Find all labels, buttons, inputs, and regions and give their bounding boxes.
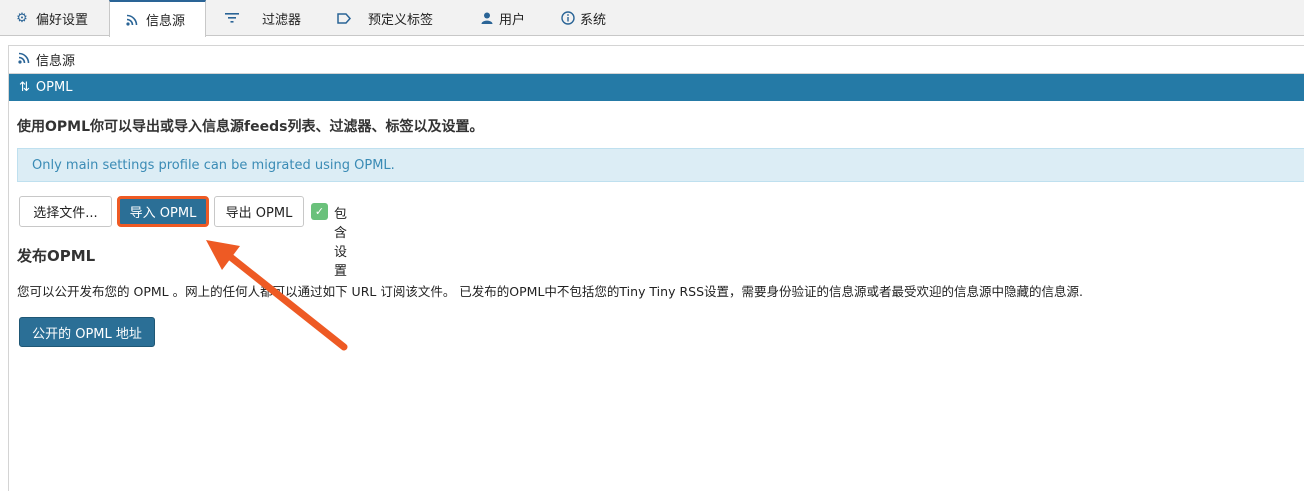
rss-icon: [18, 52, 30, 67]
user-icon: [479, 10, 495, 26]
import-opml-button[interactable]: 导入 OPML: [117, 196, 209, 227]
tab-label: 用户: [499, 12, 526, 28]
filter-icon: [224, 10, 240, 26]
tab-label: 系统: [580, 12, 607, 28]
info-icon: [560, 10, 576, 26]
gear-icon: ⚙: [16, 10, 28, 26]
include-settings-checkbox[interactable]: ✓: [311, 203, 328, 220]
publish-opml-description: 您可以公开发布您的 OPML 。网上的任何人都可以通过如下 URL 订阅该文件。…: [17, 284, 1083, 299]
panel-title: 信息源: [36, 54, 76, 69]
publish-opml-title: 发布OPML: [17, 247, 96, 265]
info-notice: Only main settings profile can be migrat…: [17, 148, 1304, 182]
tab-label: 偏好设置: [36, 12, 89, 28]
tab-bar: ⚙ 偏好设置 信息源 过滤器 预定义标签 用户 系统: [0, 0, 1304, 37]
opml-intro-text: 使用OPML你可以导出或导入信息源feeds列表、过滤器、标签以及设置。: [17, 119, 484, 135]
tab-label: 信息源: [146, 14, 186, 29]
tab-feeds[interactable]: 信息源: [109, 0, 206, 37]
public-opml-url-button[interactable]: 公开的 OPML 地址: [19, 317, 155, 347]
tab-label: 预定义标签: [368, 12, 434, 28]
tab-system[interactable]: 系统: [546, 0, 606, 36]
opml-section-header[interactable]: ⇅ OPML: [9, 74, 1304, 101]
feeds-panel: 信息源 ⇅ OPML 使用OPML你可以导出或导入信息源feeds列表、过滤器、…: [8, 45, 1304, 491]
tab-users[interactable]: 用户: [465, 0, 525, 36]
tab-filters[interactable]: 过滤器: [210, 0, 301, 36]
tab-label: 过滤器: [262, 12, 302, 28]
import-export-icon: ⇅: [19, 80, 30, 95]
tab-labels[interactable]: 预定义标签: [322, 0, 433, 36]
export-opml-button[interactable]: 导出 OPML: [214, 196, 304, 227]
choose-file-button[interactable]: 选择文件...: [19, 196, 112, 227]
notice-text: Only main settings profile can be migrat…: [32, 157, 395, 173]
label-icon: [336, 10, 352, 26]
include-settings-label[interactable]: 包含设置: [334, 203, 347, 279]
tab-preferences[interactable]: ⚙ 偏好设置: [0, 0, 88, 36]
rss-icon: [124, 12, 140, 28]
panel-header[interactable]: 信息源: [9, 46, 1304, 74]
section-title: OPML: [35, 80, 73, 95]
